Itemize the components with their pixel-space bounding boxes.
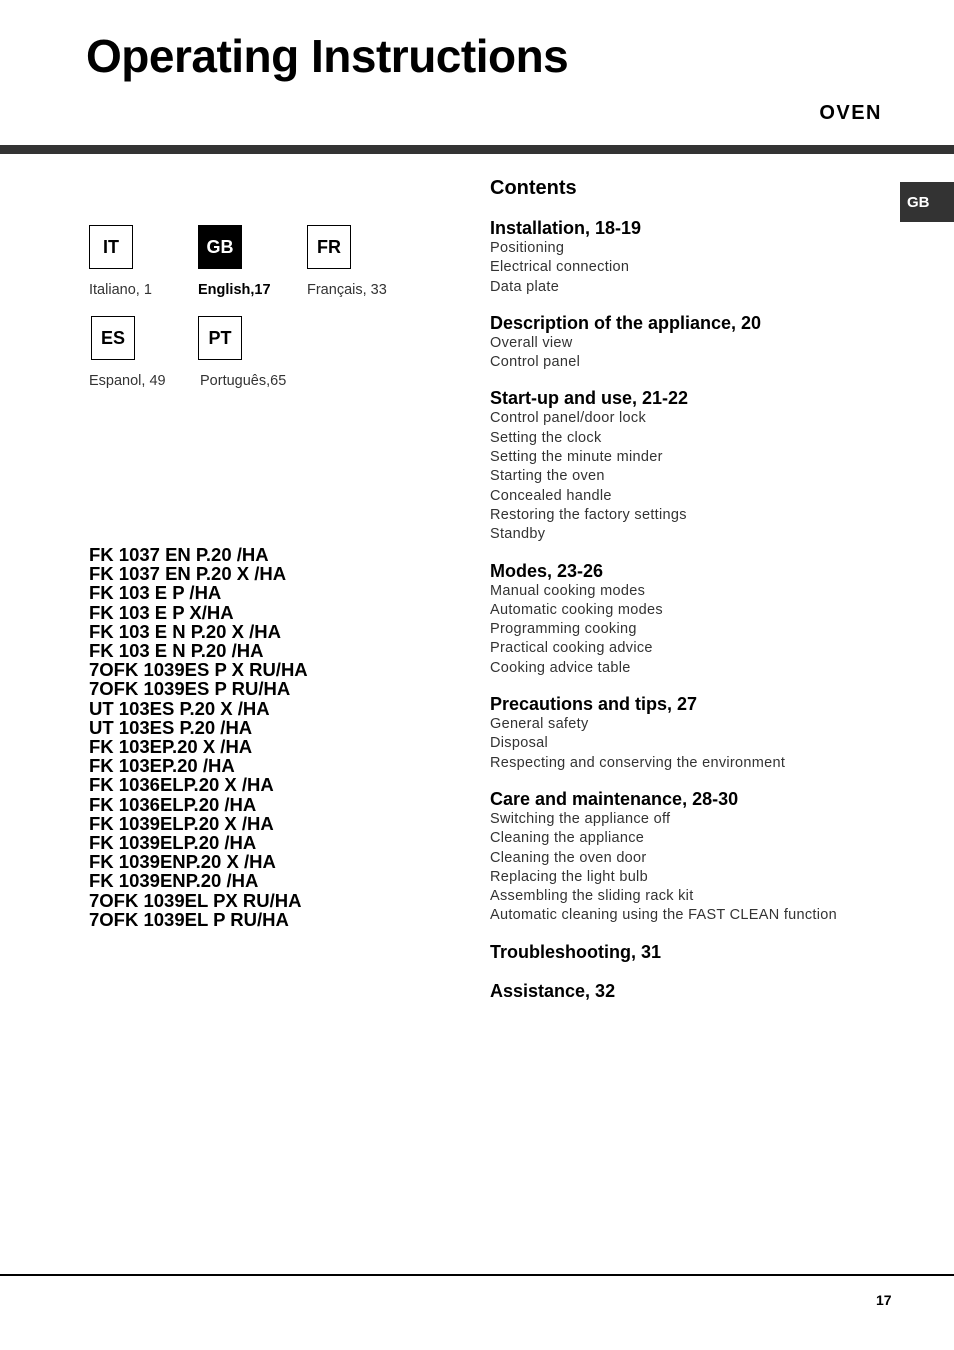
- toc-item[interactable]: Assembling the sliding rack kit: [490, 887, 890, 906]
- toc-item[interactable]: Electrical connection: [490, 258, 890, 277]
- toc-item[interactable]: General safety: [490, 715, 890, 734]
- model-name: FK 103EP.20 /HA: [89, 755, 235, 777]
- toc-item[interactable]: Restoring the factory settings: [490, 506, 890, 525]
- toc-heading[interactable]: Modes, 23-26: [490, 560, 890, 582]
- toc-item[interactable]: Setting the clock: [490, 429, 890, 448]
- model-name: 7OFK 1039ES P RU/HA: [89, 678, 291, 700]
- page-number: 17: [876, 1292, 892, 1308]
- contents-title: Contents: [490, 177, 577, 199]
- model-name: 7OFK 1039EL PX RU/HA: [89, 889, 302, 911]
- language-label: Espanol, 49: [89, 373, 166, 389]
- model-name: 7OFK 1039ES P X RU/HA: [89, 659, 308, 681]
- model-name: FK 103EP.20 X /HA: [89, 736, 253, 758]
- toc-item[interactable]: Control panel/door lock: [490, 409, 890, 428]
- toc-item[interactable]: Positioning: [490, 239, 890, 258]
- toc-item[interactable]: Cleaning the appliance: [490, 829, 890, 848]
- model-name: FK 103 E N P.20 X /HA: [89, 620, 281, 642]
- model-name: FK 1039ENP.20 X /HA: [89, 851, 276, 873]
- language-code-box: GB: [198, 225, 242, 269]
- toc-item[interactable]: Overall view: [490, 334, 890, 353]
- language-entry-gb[interactable]: GB English,17: [198, 225, 318, 298]
- toc-item[interactable]: Starting the oven: [490, 467, 890, 486]
- language-entry-it[interactable]: IT Italiano, 1: [89, 225, 209, 298]
- toc-section: Precautions and tips, 27 General safety Di…: [490, 693, 890, 773]
- language-label: Français, 33: [307, 282, 387, 298]
- model-name: FK 103 E P /HA: [89, 582, 222, 604]
- toc-item[interactable]: Disposal: [490, 734, 890, 753]
- toc-item[interactable]: Cleaning the oven door: [490, 849, 890, 868]
- toc-section: Installation, 18-19 Positioning Electrical…: [490, 217, 890, 297]
- model-list: FK 1037 EN P.20 /HA FK 1037 EN P.20 X /HA…: [89, 545, 308, 929]
- toc-heading[interactable]: Assistance, 32: [490, 980, 890, 1002]
- toc-item[interactable]: Programming cooking: [490, 620, 890, 639]
- language-code-box: FR: [307, 225, 351, 269]
- toc-item[interactable]: Concealed handle: [490, 487, 890, 506]
- toc-heading[interactable]: Care and maintenance, 28-30: [490, 788, 890, 810]
- toc-item[interactable]: Replacing the light bulb: [490, 868, 890, 887]
- language-code-box: IT: [89, 225, 133, 269]
- model-name: UT 103ES P.20 X /HA: [89, 697, 270, 719]
- model-name: UT 103ES P.20 /HA: [89, 716, 253, 738]
- toc-section: Start-up and use, 21-22 Control panel/doo…: [490, 387, 890, 544]
- page-title: Operating Instructions: [86, 30, 569, 82]
- language-entry-es[interactable]: ES Espanol, 49: [89, 316, 209, 389]
- toc-heading[interactable]: Precautions and tips, 27: [490, 693, 890, 715]
- toc-item[interactable]: Data plate: [490, 278, 890, 297]
- toc-section: Description of the appliance, 20 Overall …: [490, 312, 890, 373]
- model-name: FK 1037 EN P.20 /HA: [89, 544, 269, 565]
- language-entry-fr[interactable]: FR Français, 33: [307, 225, 427, 298]
- toc-heading[interactable]: Troubleshooting, 31: [490, 941, 890, 963]
- toc-item[interactable]: Control panel: [490, 353, 890, 372]
- toc-item[interactable]: Automatic cleaning using the FAST CLEAN …: [490, 906, 890, 925]
- toc-item[interactable]: Standby: [490, 525, 890, 544]
- toc-heading[interactable]: Start-up and use, 21-22: [490, 387, 890, 409]
- product-type: OVEN: [819, 102, 882, 124]
- model-name: FK 103 E P X/HA: [89, 601, 234, 623]
- toc-item[interactable]: Switching the appliance off: [490, 810, 890, 829]
- toc-heading[interactable]: Installation, 18-19: [490, 217, 890, 239]
- model-name: FK 1039ELP.20 X /HA: [89, 812, 274, 834]
- toc-item[interactable]: Automatic cooking modes: [490, 601, 890, 620]
- toc-section: Modes, 23-26 Manual cooking modes Automati…: [490, 560, 890, 678]
- language-label: Português,65: [200, 373, 287, 389]
- model-name: FK 1037 EN P.20 X /HA: [89, 563, 287, 585]
- toc-heading[interactable]: Description of the appliance, 20: [490, 312, 890, 334]
- language-label: Italiano, 1: [89, 282, 152, 298]
- footer-divider: [0, 1274, 954, 1276]
- model-name: FK 103 E N P.20 /HA: [89, 640, 264, 662]
- toc-item[interactable]: Respecting and conserving the environmen…: [490, 754, 890, 773]
- toc-item[interactable]: Manual cooking modes: [490, 582, 890, 601]
- toc-section: Care and maintenance, 28-30 Switching the…: [490, 788, 890, 926]
- toc-item[interactable]: Setting the minute minder: [490, 448, 890, 467]
- header-divider: [0, 145, 954, 154]
- toc-item[interactable]: Practical cooking advice: [490, 639, 890, 658]
- language-label: English,17: [198, 282, 271, 298]
- table-of-contents: Contents Installation, 18-19 Positioning E…: [490, 175, 890, 1019]
- model-name: FK 1036ELP.20 X /HA: [89, 774, 274, 796]
- language-entry-pt[interactable]: PT Português,65: [198, 316, 318, 389]
- model-name: 7OFK 1039EL P RU/HA: [89, 908, 289, 930]
- toc-section: Troubleshooting, 31: [490, 941, 890, 963]
- language-code-box: ES: [91, 316, 135, 360]
- language-code-box: PT: [198, 316, 242, 360]
- model-name: FK 1036ELP.20 /HA: [89, 793, 257, 815]
- language-side-tab: GB: [900, 182, 954, 222]
- model-name: FK 1039ENP.20 /HA: [89, 870, 259, 892]
- toc-section: Assistance, 32: [490, 980, 890, 1002]
- toc-item[interactable]: Cooking advice table: [490, 659, 890, 678]
- model-name: FK 1039ELP.20 /HA: [89, 832, 257, 854]
